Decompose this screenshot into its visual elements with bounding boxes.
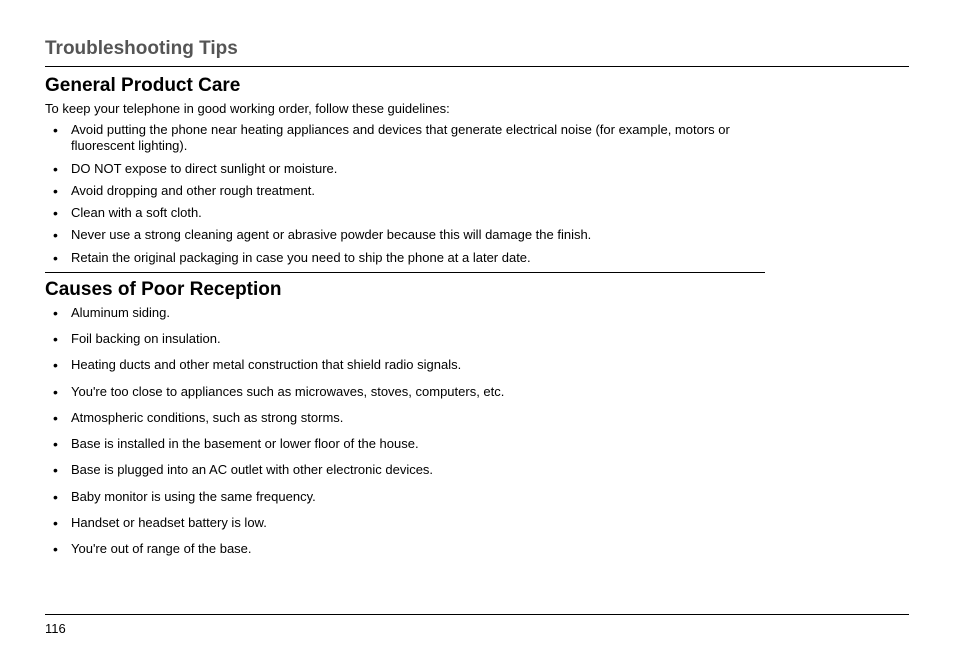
list-item: Avoid dropping and other rough treatment… (45, 183, 765, 199)
list-item: Heating ducts and other metal constructi… (45, 357, 909, 373)
list-item: Base is plugged into an AC outlet with o… (45, 462, 909, 478)
list-item: You're too close to appliances such as m… (45, 384, 909, 400)
divider (45, 272, 765, 273)
list-item: Atmospheric conditions, such as strong s… (45, 410, 909, 426)
intro-text: To keep your telephone in good working o… (45, 101, 909, 116)
list-item: Baby monitor is using the same frequency… (45, 489, 909, 505)
page-title: Troubleshooting Tips (45, 38, 909, 67)
list-item: Never use a strong cleaning agent or abr… (45, 227, 765, 243)
list-item: DO NOT expose to direct sunlight or mois… (45, 161, 765, 177)
section-heading-poor-reception: Causes of Poor Reception (45, 279, 909, 301)
list-item: Foil backing on insulation. (45, 331, 909, 347)
section-heading-product-care: General Product Care (45, 75, 909, 97)
list-item: Clean with a soft cloth. (45, 205, 765, 221)
list-item: Handset or headset battery is low. (45, 515, 909, 531)
list-item: Aluminum siding. (45, 305, 909, 321)
footer: 116 (45, 614, 909, 636)
list-item: Avoid putting the phone near heating app… (45, 122, 765, 155)
poor-reception-list: Aluminum siding. Foil backing on insulat… (45, 305, 909, 558)
page-number: 116 (45, 621, 66, 636)
list-item: You're out of range of the base. (45, 541, 909, 557)
list-item: Retain the original packaging in case yo… (45, 250, 765, 266)
product-care-list: Avoid putting the phone near heating app… (45, 122, 765, 266)
list-item: Base is installed in the basement or low… (45, 436, 909, 452)
